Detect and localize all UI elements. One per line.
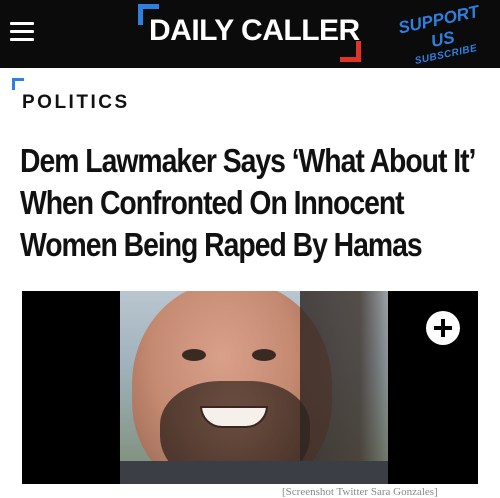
article-image[interactable] <box>22 291 478 484</box>
lawmaker-photo <box>120 291 388 484</box>
section-label: POLITICS <box>22 92 130 113</box>
section-bracket <box>12 78 24 90</box>
logo-bracket-bottom-right <box>340 41 361 62</box>
hamburger-menu-icon[interactable] <box>10 22 34 42</box>
left-eye <box>182 349 206 361</box>
hair <box>300 291 388 484</box>
daily-caller-logo[interactable]: DAILY CALLER <box>135 4 365 62</box>
logo-text: DAILY CALLER <box>149 14 360 47</box>
suit <box>120 461 388 484</box>
plus-icon[interactable] <box>426 311 460 345</box>
image-caption: [Screenshot Twitter Sara Gonzales] <box>282 486 438 498</box>
support-us-button[interactable]: SUPPORT US SUBSCRIBE <box>384 0 499 68</box>
right-eye <box>252 349 276 361</box>
article-headline: Dem Lawmaker Says ‘What About It’ When C… <box>20 142 475 263</box>
top-navigation-bar: DAILY CALLER SUPPORT US SUBSCRIBE <box>0 0 500 68</box>
section-tag[interactable]: POLITICS <box>12 78 212 114</box>
